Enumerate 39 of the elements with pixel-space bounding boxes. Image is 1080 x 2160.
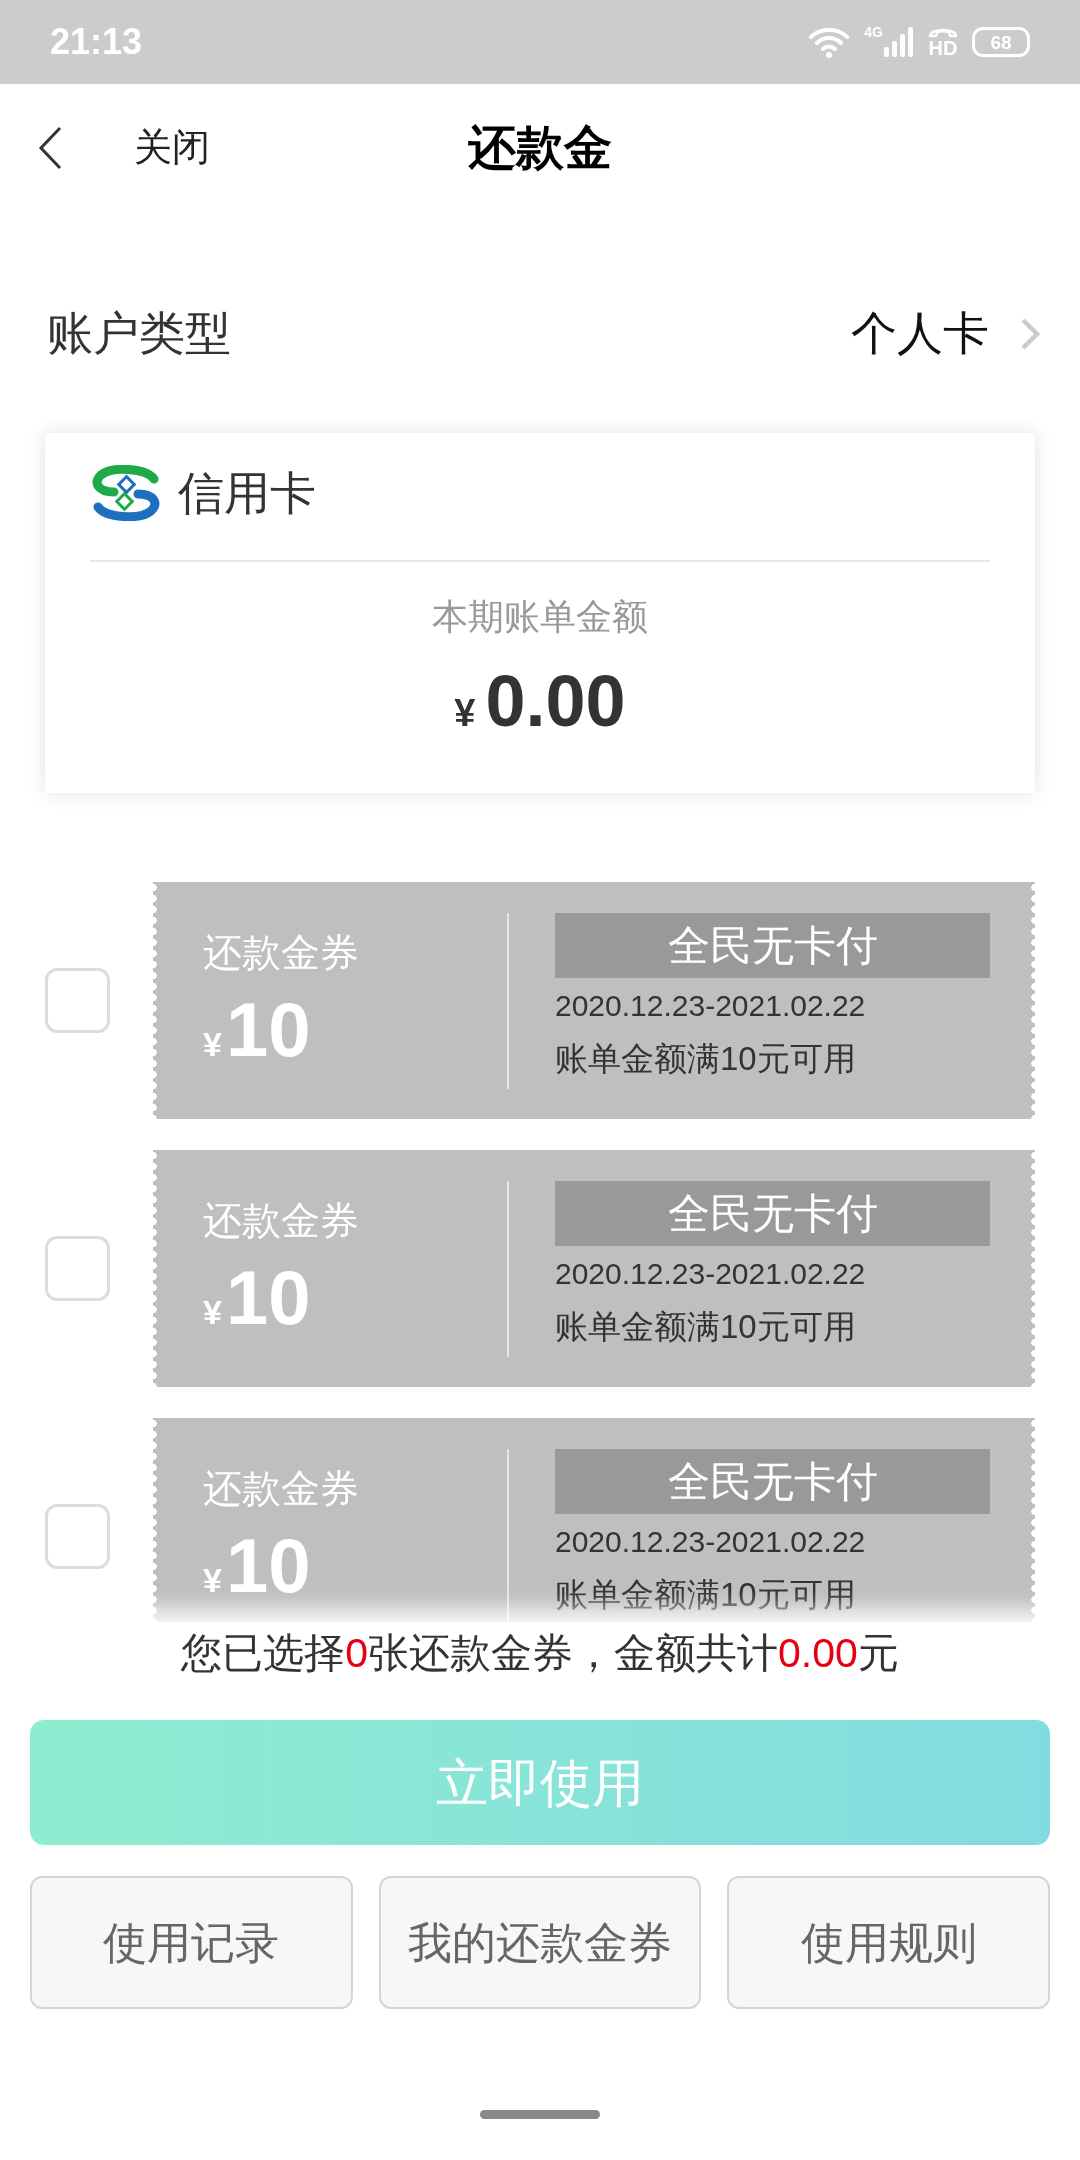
bank-logo-icon <box>90 465 162 521</box>
usage-condition: 账单金额满10元可用 <box>555 1307 857 1347</box>
coupon-value: 10 <box>225 1526 311 1606</box>
account-type-value[interactable]: 个人卡 <box>851 306 989 362</box>
currency-symbol: ¥ <box>203 1024 222 1065</box>
coupon-value: 10 <box>225 1258 311 1338</box>
coupon-value: 10 <box>225 990 311 1070</box>
secondary-button[interactable]: 使用规则 <box>727 1876 1050 2009</box>
account-type-label: 账户类型 <box>47 306 231 362</box>
selection-summary: 您已选择0张还款金券，金额共计0.00元 <box>180 1629 900 1678</box>
coupon-tag: 全民无卡付 <box>555 1181 990 1246</box>
usage-condition: 账单金额满10元可用 <box>555 1575 857 1615</box>
bill-amount-label: 本期账单金额 <box>431 595 649 639</box>
coupon-type: 还款金券 <box>203 930 360 976</box>
validity-period: 2020.12.23-2021.02.22 <box>555 1256 867 1292</box>
chevron-right-icon[interactable] <box>1020 317 1040 351</box>
secondary-button[interactable]: 使用记录 <box>30 1876 353 2009</box>
checkbox[interactable] <box>45 1236 110 1301</box>
card-type-label: 信用卡 <box>178 466 316 521</box>
coupon-tag: 全民无卡付 <box>555 913 990 978</box>
page-title: 还款金 <box>468 120 612 177</box>
phone-icon <box>928 26 958 38</box>
usage-condition: 账单金额满10元可用 <box>555 1039 857 1079</box>
coupon-tag: 全民无卡付 <box>555 1449 990 1514</box>
currency-symbol: ¥ <box>203 1560 222 1601</box>
secondary-button[interactable]: 我的还款金券 <box>378 1876 702 2009</box>
validity-period: 2020.12.23-2021.02.22 <box>555 988 867 1024</box>
signal-icon <box>884 27 914 57</box>
back-icon[interactable] <box>38 126 62 170</box>
close-link[interactable]: 关闭 <box>134 125 210 171</box>
coupon-type: 还款金券 <box>203 1198 360 1244</box>
wifi-icon <box>808 26 851 58</box>
currency-symbol: ¥ <box>454 691 476 736</box>
checkbox[interactable] <box>45 968 110 1033</box>
currency-symbol: ¥ <box>203 1292 222 1333</box>
validity-period: 2020.12.23-2021.02.22 <box>555 1524 867 1560</box>
bill-amount: 0.00 <box>485 661 626 741</box>
coupon-type: 还款金券 <box>203 1466 360 1512</box>
checkbox[interactable] <box>45 1504 110 1569</box>
